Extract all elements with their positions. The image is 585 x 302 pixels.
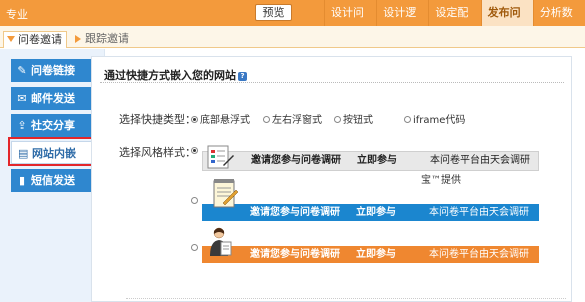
caret-down-icon xyxy=(7,36,15,42)
sidebar-item-label: 社交分享 xyxy=(31,119,75,132)
provider-text: 本问卷平台由天会调研 xyxy=(429,249,529,260)
nav-design-survey[interactable]: 设计问卷 xyxy=(324,0,376,45)
style-gray-radio[interactable] xyxy=(191,147,198,154)
share-icon: ⇪ xyxy=(17,119,27,132)
invite-text: 邀请您参与问卷调研 xyxy=(251,155,341,166)
provider-text: 本问卷平台由天会调研 xyxy=(429,207,529,218)
main-nav: 设计问卷 设计逻辑 设定配额 发布问卷 分析数据 xyxy=(324,0,585,45)
tab-survey-invite-label: 问卷邀请 xyxy=(18,33,62,46)
sidebar-item-social-share[interactable]: ⇪ 社交分享 xyxy=(11,114,96,137)
sidebar: ✎ 问卷链接 ✉ 邮件发送 ⇪ 社交分享 ▤ 网站内嵌 ▮ 短信发送 xyxy=(0,49,105,302)
sidebar-item-email[interactable]: ✉ 邮件发送 xyxy=(11,87,96,110)
nav-set-quota[interactable]: 设定配额 xyxy=(428,0,480,45)
panel-title: 通过快捷方式嵌入您的网站? xyxy=(104,67,247,83)
sidebar-item-sms[interactable]: ▮ 短信发送 xyxy=(11,169,96,192)
sidebar-item-label: 短信发送 xyxy=(31,174,75,187)
person-clipboard-icon xyxy=(210,227,232,256)
tab-track-invite[interactable]: 跟踪邀请 xyxy=(71,31,129,48)
quick-type-button[interactable]: 按钮式 xyxy=(334,111,373,126)
join-text: 立即参与 xyxy=(356,207,396,218)
nav-analyze-data[interactable]: 分析数据 xyxy=(532,0,585,45)
selection-highlight xyxy=(8,137,98,166)
style-blue-bar[interactable]: 邀请您参与问卷调研 立即参与 本问卷平台由天会调研 xyxy=(202,204,539,221)
quick-type-side-float[interactable]: 左右浮窗式 xyxy=(263,111,322,126)
quick-type-bottom-float[interactable]: 底部悬浮式 xyxy=(191,111,250,126)
sidebar-item-label: 问卷链接 xyxy=(31,64,75,77)
radio-icon[interactable] xyxy=(334,116,341,123)
option-label: iframe代码 xyxy=(413,115,466,126)
radio-icon[interactable] xyxy=(263,116,270,123)
help-icon[interactable]: ? xyxy=(238,72,247,81)
option-label: 按钮式 xyxy=(343,115,373,126)
style-orange-bar[interactable]: 邀请您参与问卷调研 立即参与 本问卷平台由天会调研 xyxy=(202,246,539,263)
top-bar: 专业 预览 设计问卷 设计逻辑 设定配额 发布问卷 分析数据 xyxy=(0,0,585,45)
provider-suffix: 宝™提供 xyxy=(421,175,461,186)
style-blue-radio[interactable] xyxy=(191,197,198,204)
panel-title-text: 通过快捷方式嵌入您的网站 xyxy=(104,69,236,82)
option-label: 底部悬浮式 xyxy=(200,115,250,126)
sidebar-item-label: 邮件发送 xyxy=(31,92,75,105)
style-label: 选择风格样式： xyxy=(119,146,196,159)
tab-row: 问卷邀请 跟踪邀请 xyxy=(0,26,585,48)
sidebar-item-survey-link[interactable]: ✎ 问卷链接 xyxy=(11,59,96,82)
radio-icon[interactable] xyxy=(404,116,411,123)
link-icon: ✎ xyxy=(17,64,27,77)
option-label: 左右浮窗式 xyxy=(272,115,322,126)
quick-type-iframe[interactable]: iframe代码 xyxy=(404,111,465,126)
provider-text: 本问卷平台由天会调研 xyxy=(430,155,530,166)
join-text: 立即参与 xyxy=(357,155,397,166)
mail-icon: ✉ xyxy=(17,92,27,105)
survey-clipboard-icon xyxy=(207,145,234,169)
style-gray-bar[interactable]: 邀请您参与问卷调研 立即参与 本问卷平台由天会调研 xyxy=(202,151,539,171)
brand-label: 专业 xyxy=(6,8,28,21)
tab-survey-invite[interactable]: 问卷邀请 xyxy=(3,31,67,48)
nav-publish-survey[interactable]: 发布问卷 xyxy=(480,0,533,45)
invite-text: 邀请您参与问卷调研 xyxy=(250,207,340,218)
radio-icon[interactable] xyxy=(191,116,198,123)
nav-design-logic[interactable]: 设计逻辑 xyxy=(376,0,428,45)
preview-button[interactable]: 预览 xyxy=(255,4,292,21)
quick-type-label: 选择快捷类型： xyxy=(119,113,196,126)
divider xyxy=(126,298,566,299)
caret-right-icon xyxy=(75,35,81,43)
join-text: 立即参与 xyxy=(356,249,396,260)
divider xyxy=(100,82,564,83)
invite-text: 邀请您参与问卷调研 xyxy=(250,249,340,260)
style-orange-radio[interactable] xyxy=(191,244,198,251)
phone-icon: ▮ xyxy=(18,174,26,187)
tab-track-invite-label: 跟踪邀请 xyxy=(85,32,129,45)
embed-panel: 通过快捷方式嵌入您的网站? 选择快捷类型： 底部悬浮式 左右浮窗式 按钮式 if… xyxy=(91,56,572,302)
notepad-pencil-icon xyxy=(213,179,239,208)
